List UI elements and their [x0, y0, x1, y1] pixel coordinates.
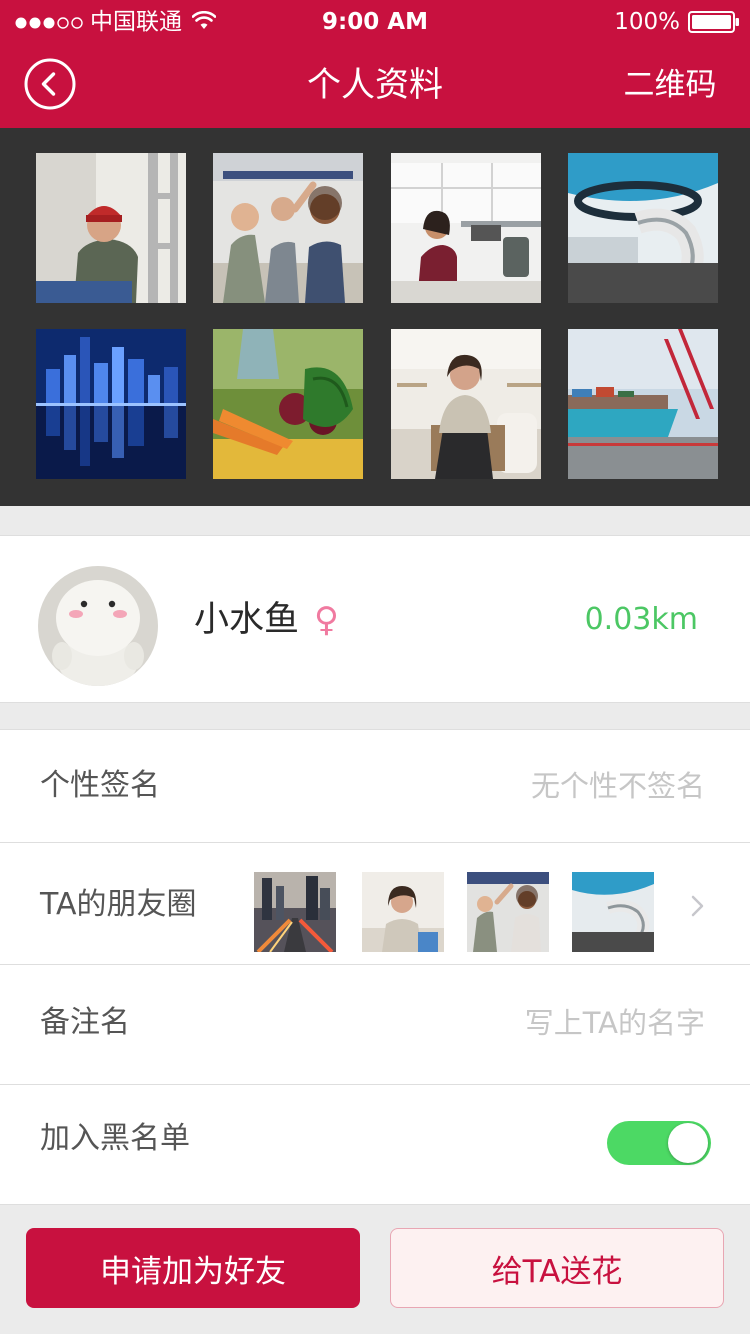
clock-time: 9:00 AM	[322, 9, 428, 35]
wifi-icon	[191, 10, 217, 31]
gallery-photo[interactable]	[568, 153, 718, 303]
blacklist-label: 加入黑名单	[40, 1121, 190, 1156]
battery-icon	[688, 11, 740, 33]
add-friend-button[interactable]: 申请加为好友	[26, 1228, 360, 1308]
gallery-photo[interactable]	[568, 329, 718, 479]
chevron-right-icon	[688, 891, 708, 921]
moments-photo[interactable]	[572, 872, 654, 952]
remark-label: 备注名	[40, 1005, 130, 1040]
status-bar: 中国联通 9:00 AM 100%	[0, 0, 750, 44]
gallery-photo[interactable]	[36, 153, 186, 303]
photo-gallery	[0, 128, 750, 506]
carrier-name: 中国联通	[90, 9, 182, 35]
moments-label: TA的朋友圈	[40, 887, 197, 922]
send-flower-button[interactable]: 给TA送花	[390, 1228, 724, 1308]
battery-percent: 100%	[614, 9, 680, 35]
profile-info-list: 个性签名 无个性不签名 TA的朋友圈 备注名 写上TA的名字 加入黑名单	[0, 729, 750, 1205]
user-name: 小水鱼	[194, 600, 300, 640]
signal-strength-icon	[14, 15, 86, 29]
moments-photo[interactable]	[467, 872, 549, 952]
profile-card: 小水鱼 ♀ 0.03km	[0, 535, 750, 703]
moments-photo[interactable]	[362, 872, 444, 952]
remark-input[interactable]: 写上TA的名字	[525, 1003, 705, 1043]
blacklist-row: 加入黑名单	[0, 1085, 750, 1204]
qr-code-button[interactable]: 二维码	[610, 64, 730, 106]
gallery-photo[interactable]	[391, 153, 541, 303]
navigation-bar: 个人资料 二维码	[0, 44, 750, 128]
gallery-photo[interactable]	[36, 329, 186, 479]
moments-photo[interactable]	[254, 872, 336, 952]
remark-row[interactable]: 备注名 写上TA的名字	[0, 965, 750, 1084]
signature-label: 个性签名	[40, 768, 160, 803]
toggle-knob	[668, 1123, 708, 1163]
gallery-photo[interactable]	[213, 153, 363, 303]
blacklist-toggle[interactable]	[607, 1121, 711, 1165]
female-gender-icon: ♀	[314, 600, 339, 640]
avatar[interactable]	[38, 566, 158, 686]
signature-value: 无个性不签名	[530, 769, 705, 803]
gallery-photo[interactable]	[391, 329, 541, 479]
signature-row[interactable]: 个性签名 无个性不签名	[0, 730, 750, 842]
gallery-photo[interactable]	[213, 329, 363, 479]
distance-label: 0.03km	[584, 602, 698, 637]
